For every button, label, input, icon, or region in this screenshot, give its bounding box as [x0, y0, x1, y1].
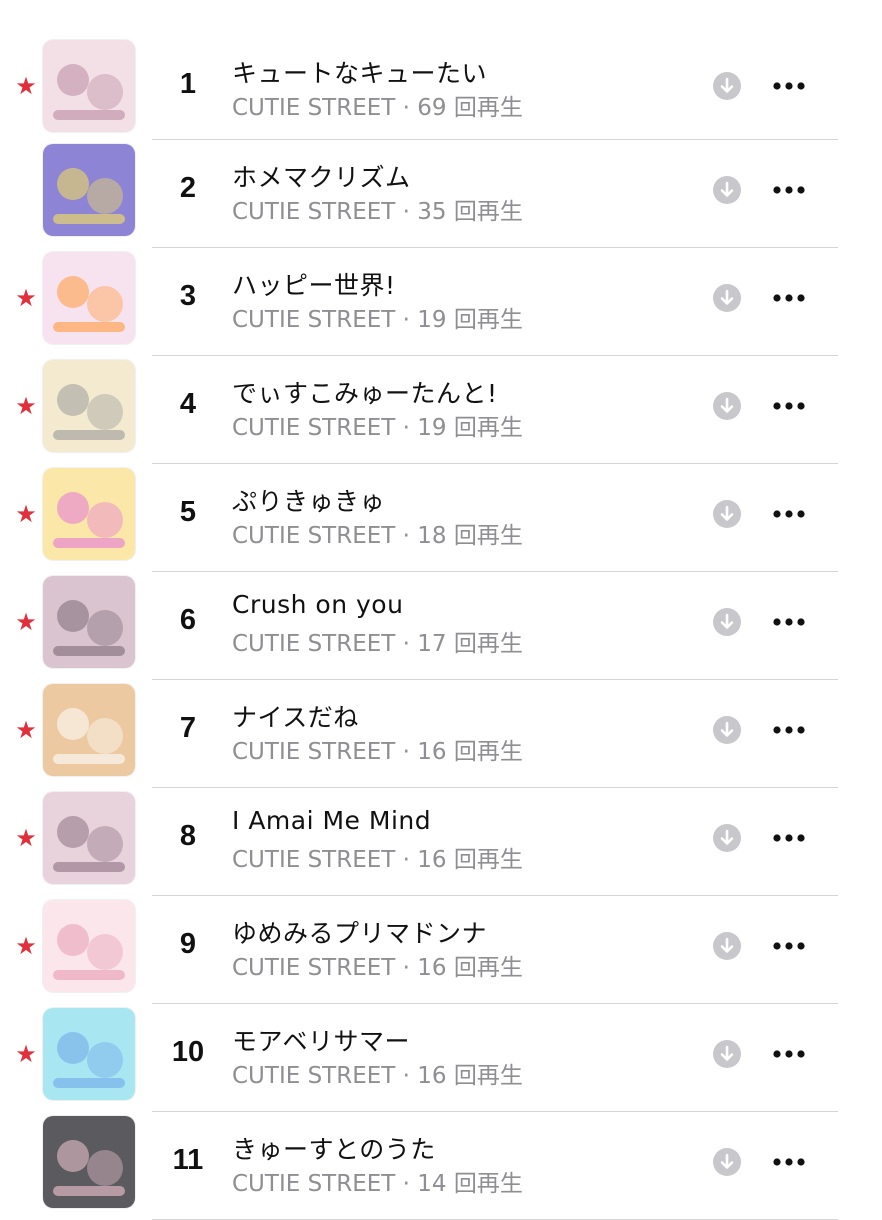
favorite-star-icon: ★ [15, 824, 37, 852]
album-artwork[interactable] [43, 252, 135, 344]
track-rank: 8 [179, 820, 197, 852]
download-icon[interactable] [713, 72, 741, 100]
more-options-icon[interactable] [772, 401, 806, 411]
more-options-icon[interactable] [772, 293, 806, 303]
more-options-icon[interactable] [772, 509, 806, 519]
track-rank: 4 [179, 388, 197, 420]
album-artwork[interactable] [43, 900, 135, 992]
track-row[interactable]: 2 ホメマクリズム CUTIE STREET · 35 回再生 [0, 140, 882, 248]
track-subtitle: CUTIE STREET · 16 回再生 [232, 739, 523, 765]
track-subtitle: CUTIE STREET · 19 回再生 [232, 415, 523, 441]
more-options-icon[interactable] [772, 185, 806, 195]
track-subtitle: CUTIE STREET · 69 回再生 [232, 95, 523, 121]
track-row[interactable]: ★ 3 ハッピー世界! CUTIE STREET · 19 回再生 [0, 248, 882, 356]
track-list: ★ 1 キュートなキューたい CUTIE STREET · 69 回再生 2 ホメマクリズ… [0, 0, 882, 1220]
track-rank: 6 [179, 604, 197, 636]
track-row[interactable]: ★ 6 Crush on you CUTIE STREET · 17 回再生 [0, 572, 882, 680]
download-icon[interactable] [713, 716, 741, 744]
download-icon[interactable] [713, 824, 741, 852]
favorite-star-icon: ★ [15, 284, 37, 312]
track-rank: 5 [179, 496, 197, 528]
more-options-icon[interactable] [772, 833, 806, 843]
album-artwork[interactable] [43, 576, 135, 668]
favorite-star-icon: ★ [15, 932, 37, 960]
track-title: ぷりきゅきゅ [232, 487, 386, 516]
more-options-icon[interactable] [772, 617, 806, 627]
track-row[interactable]: ★ 8 I Amai Me Mind CUTIE STREET · 16 回再生 [0, 788, 882, 896]
track-subtitle: CUTIE STREET · 17 回再生 [232, 631, 523, 657]
track-title: でぃすこみゅーたんと! [232, 379, 498, 408]
track-subtitle: CUTIE STREET · 16 回再生 [232, 1063, 523, 1089]
more-options-icon[interactable] [772, 725, 806, 735]
track-rank: 9 [179, 928, 197, 960]
download-icon[interactable] [713, 392, 741, 420]
more-options-icon[interactable] [772, 941, 806, 951]
download-icon[interactable] [713, 500, 741, 528]
album-artwork[interactable] [43, 684, 135, 776]
track-subtitle: CUTIE STREET · 16 回再生 [232, 955, 523, 981]
album-artwork[interactable] [43, 360, 135, 452]
more-options-icon[interactable] [772, 81, 806, 91]
track-row[interactable]: ★ 4 でぃすこみゅーたんと! CUTIE STREET · 19 回再生 [0, 356, 882, 464]
track-row[interactable]: 11 きゅーすとのうた CUTIE STREET · 14 回再生 [0, 1112, 882, 1220]
download-icon[interactable] [713, 608, 741, 636]
track-subtitle: CUTIE STREET · 19 回再生 [232, 307, 523, 333]
more-options-icon[interactable] [772, 1157, 806, 1167]
album-artwork[interactable] [43, 1116, 135, 1208]
favorite-star-icon: ★ [15, 500, 37, 528]
track-title: キュートなキューたい [232, 59, 488, 88]
track-title: きゅーすとのうた [232, 1135, 436, 1164]
track-title: ナイスだね [232, 703, 359, 732]
track-row[interactable]: ★ 7 ナイスだね CUTIE STREET · 16 回再生 [0, 680, 882, 788]
track-title: ハッピー世界! [232, 271, 396, 300]
album-artwork[interactable] [43, 468, 135, 560]
favorite-star-icon: ★ [15, 608, 37, 636]
track-rank: 7 [179, 712, 197, 744]
track-title: ホメマクリズム [232, 163, 411, 192]
download-icon[interactable] [713, 1040, 741, 1068]
track-row[interactable]: ★ 1 キュートなキューたい CUTIE STREET · 69 回再生 [0, 0, 882, 140]
track-rank: 2 [179, 172, 197, 204]
track-subtitle: CUTIE STREET · 18 回再生 [232, 523, 523, 549]
track-rank: 11 [172, 1144, 204, 1176]
download-icon[interactable] [713, 176, 741, 204]
track-subtitle: CUTIE STREET · 35 回再生 [232, 199, 523, 225]
album-artwork[interactable] [43, 1008, 135, 1100]
favorite-star-icon: ★ [15, 392, 37, 420]
favorite-star-icon: ★ [15, 72, 37, 100]
track-title: Crush on you [232, 590, 404, 619]
track-title: ゆめみるプリマドンナ [232, 919, 488, 948]
favorite-star-icon: ★ [15, 1040, 37, 1068]
download-icon[interactable] [713, 284, 741, 312]
track-rank: 1 [179, 68, 197, 100]
download-icon[interactable] [713, 1148, 741, 1176]
favorite-star-icon: ★ [15, 716, 37, 744]
download-icon[interactable] [713, 932, 741, 960]
track-subtitle: CUTIE STREET · 14 回再生 [232, 1171, 523, 1197]
track-rank: 10 [171, 1036, 205, 1068]
album-artwork[interactable] [43, 792, 135, 884]
track-row[interactable]: ★ 10 モアベリサマー CUTIE STREET · 16 回再生 [0, 1004, 882, 1112]
track-rank: 3 [179, 280, 197, 312]
track-title: I Amai Me Mind [232, 806, 432, 835]
track-subtitle: CUTIE STREET · 16 回再生 [232, 847, 523, 873]
more-options-icon[interactable] [772, 1049, 806, 1059]
track-row[interactable]: ★ 5 ぷりきゅきゅ CUTIE STREET · 18 回再生 [0, 464, 882, 572]
album-artwork[interactable] [43, 144, 135, 236]
album-artwork[interactable] [43, 40, 135, 132]
track-row[interactable]: ★ 9 ゆめみるプリマドンナ CUTIE STREET · 16 回再生 [0, 896, 882, 1004]
track-title: モアベリサマー [232, 1027, 411, 1056]
